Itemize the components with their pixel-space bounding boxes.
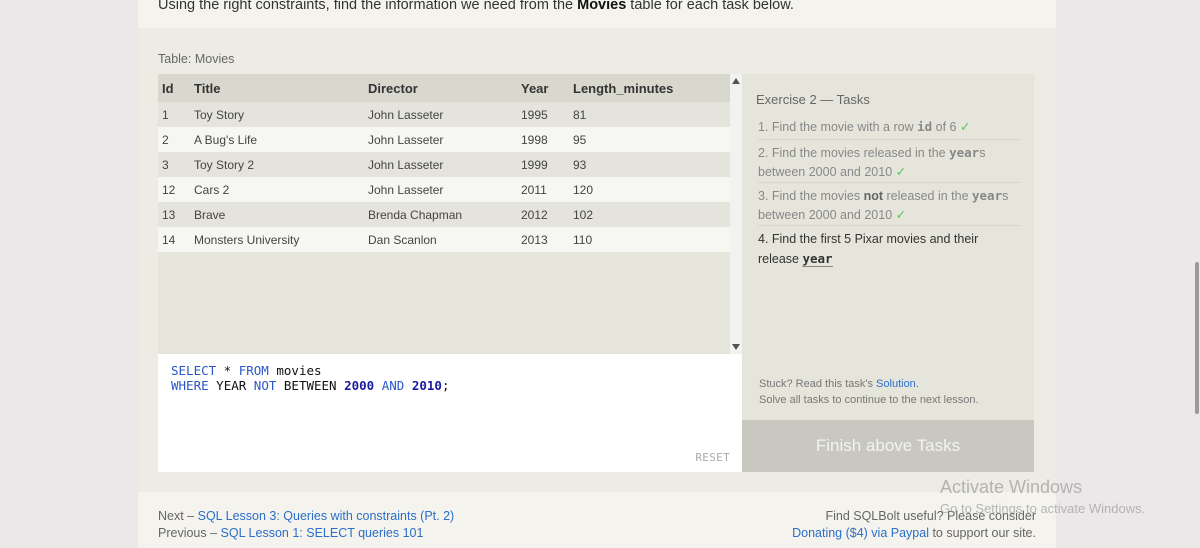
table-cell: Toy Story 2	[194, 157, 255, 172]
intro-before: Using the right constraints, find the in…	[158, 0, 578, 13]
table-cell: 81	[573, 107, 587, 122]
donate-line: Donating ($4) via Paypal to support our …	[792, 526, 1036, 540]
table-cell: 95	[573, 132, 587, 147]
divider	[758, 182, 1020, 183]
window-scrollbar[interactable]	[1194, 0, 1200, 548]
scroll-up-arrow-icon[interactable]	[732, 78, 740, 84]
table-cell: 3	[162, 157, 169, 172]
table-cell: 14	[162, 232, 176, 247]
intro-after: table for each task below.	[626, 0, 794, 13]
next-lesson-line: Next – SQL Lesson 3: Queries with constr…	[158, 509, 455, 523]
watermark-title: Activate Windows	[940, 477, 1083, 497]
column-header: Id	[162, 80, 174, 96]
divider	[758, 139, 1020, 140]
finish-tasks-button[interactable]: Finish above Tasks	[742, 420, 1034, 472]
table-cell: John Lasseter	[368, 132, 444, 147]
divider	[758, 225, 1020, 226]
watermark-subtitle: Go to Settings to activate Windows.	[940, 501, 1146, 516]
table-cell: 120	[573, 182, 594, 197]
column-header: Length_minutes	[573, 80, 674, 96]
lesson-navigation: Next – SQL Lesson 3: Queries with constr…	[158, 508, 454, 542]
table-scrollbar[interactable]	[730, 74, 742, 354]
previous-lesson-line: Previous – SQL Lesson 1: SELECT queries …	[158, 526, 424, 540]
window-scrollbar-thumb[interactable]	[1195, 262, 1199, 414]
table-cell: 2	[162, 132, 169, 147]
table-cell: John Lasseter	[368, 107, 444, 122]
solution-link[interactable]: Solution	[876, 378, 916, 390]
table-cell: 2012	[521, 207, 548, 222]
intro-bold: Movies	[577, 0, 627, 13]
table-cell: 1998	[521, 132, 548, 147]
table-cell: 102	[573, 207, 594, 222]
table-cell: 12	[162, 182, 176, 197]
table-cell: 2013	[521, 232, 548, 247]
results-table: Id Title Director Year Length_minutes 1 T…	[158, 74, 730, 252]
tasks-title: Exercise 2 — Tasks	[756, 92, 870, 107]
table-cell: Brave	[194, 207, 226, 222]
code-line-2: WHERE YEAR NOT BETWEEN 2000 AND 2010;	[171, 378, 450, 393]
table-cell: John Lasseter	[368, 182, 444, 197]
task-2: 2. Find the movies released in the years…	[758, 145, 986, 179]
table-cell: 13	[162, 207, 176, 222]
task-4-current: 4. Find the first 5 Pixar movies and the…	[758, 232, 979, 267]
intro-text: Using the right constraints, find the in…	[158, 0, 794, 13]
table-cell: 2011	[521, 182, 547, 197]
table-row: 1 Toy Story John Lasseter 1995 81	[158, 102, 730, 127]
scroll-down-arrow-icon[interactable]	[732, 344, 740, 350]
code-line-1: SELECT * FROM movies	[171, 363, 322, 378]
column-header: Year	[521, 80, 549, 96]
checkmark-icon: ✓	[895, 208, 907, 222]
table-cell: John Lasseter	[368, 157, 444, 172]
table-cell: 93	[573, 157, 587, 172]
table-header-row: Id Title Director Year Length_minutes	[158, 74, 730, 102]
table-cell: 1999	[521, 157, 548, 172]
task-1: 1. Find the movie with a row id of 6 ✓	[758, 119, 971, 134]
table-cell: Dan Scanlon	[368, 232, 437, 247]
next-lesson-link[interactable]: SQL Lesson 3: Queries with constraints (…	[198, 509, 455, 523]
tasks-panel: Exercise 2 — Tasks 1. Find the movie wit…	[742, 74, 1034, 420]
table-row: 2 A Bug's Life John Lasseter 1998 95	[158, 127, 730, 152]
table-cell: Brenda Chapman	[368, 207, 463, 222]
table-cell: Toy Story	[194, 107, 245, 122]
exercise-card: Table: Movies Id Title Director Year Len…	[138, 28, 1056, 492]
checkmark-icon: ✓	[895, 165, 907, 179]
column-header: Director	[368, 80, 418, 96]
donate-link[interactable]: Donating ($4) via Paypal	[792, 526, 929, 540]
table-cell: 1	[162, 107, 169, 122]
table-cell: 1995	[521, 107, 548, 122]
table-row: 13 Brave Brenda Chapman 2012 102	[158, 202, 730, 227]
table-cell: A Bug's Life	[194, 132, 257, 147]
table-caption: Table: Movies	[158, 52, 235, 66]
column-header: Title	[194, 80, 221, 96]
activate-windows-watermark: Activate Windows Go to Settings to activ…	[940, 476, 1145, 520]
sql-editor[interactable]: SELECT * FROM movies WHERE YEAR NOT BETW…	[158, 354, 742, 472]
previous-lesson-link[interactable]: SQL Lesson 1: SELECT queries 101	[221, 526, 424, 540]
table-row: 12 Cars 2 John Lasseter 2011 120	[158, 177, 730, 202]
table-cell: Monsters University	[194, 232, 300, 247]
table-row: 14 Monsters University Dan Scanlon 2013 110	[158, 227, 730, 252]
checkmark-icon: ✓	[959, 120, 971, 134]
table-row: 3 Toy Story 2 John Lasseter 1999 93	[158, 152, 730, 177]
stuck-help: Stuck? Read this task's Solution. Solve …	[759, 378, 979, 406]
task-3: 3. Find the movies not released in the y…	[758, 188, 1009, 222]
results-table-container[interactable]: Id Title Director Year Length_minutes 1 T…	[158, 74, 730, 354]
table-cell: 110	[573, 232, 593, 247]
table-cell: Cars 2	[194, 182, 230, 197]
reset-button[interactable]: RESET	[695, 451, 730, 464]
lesson-page: Using the right constraints, find the in…	[138, 0, 1056, 548]
